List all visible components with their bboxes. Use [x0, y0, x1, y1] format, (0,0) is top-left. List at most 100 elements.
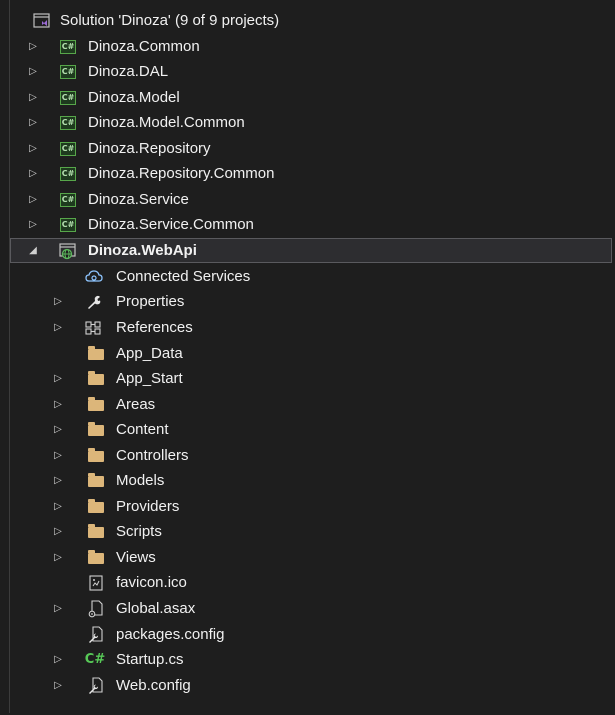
csharp-project-icon: C# — [59, 63, 77, 81]
tree-item-folder[interactable]: ▷ Areas — [10, 392, 612, 417]
csharp-project-icon: C# — [59, 140, 77, 158]
folder-icon — [87, 472, 105, 490]
folder-icon — [87, 370, 105, 388]
expand-arrow-icon[interactable]: ▷ — [52, 296, 64, 308]
expand-arrow-icon[interactable]: ▷ — [27, 143, 39, 155]
expand-arrow-icon[interactable]: ▷ — [27, 194, 39, 206]
tree-item-label: favicon.ico — [116, 574, 187, 591]
webapi-project-node[interactable]: ◢ Dinoza.WebApi — [10, 238, 612, 263]
expand-arrow-icon[interactable]: ▷ — [52, 526, 64, 538]
project-label: Dinoza.Service.Common — [88, 216, 254, 233]
tree-item-label: Views — [116, 549, 156, 566]
tree-item-properties[interactable]: ▷ Properties — [10, 289, 612, 314]
project-label: Dinoza.Service — [88, 191, 189, 208]
expand-arrow-icon[interactable]: ▷ — [52, 399, 64, 411]
expand-arrow-icon[interactable]: ▷ — [52, 373, 64, 385]
project-node[interactable]: ▷ C# Dinoza.Common — [10, 34, 612, 59]
config-file-icon — [87, 676, 105, 695]
tree-item-folder[interactable]: ▷ App_Start — [10, 366, 612, 391]
expand-arrow-icon[interactable]: ▷ — [52, 603, 64, 615]
expand-arrow-icon[interactable]: ▷ — [52, 322, 64, 334]
collapse-arrow-icon[interactable]: ◢ — [27, 245, 39, 257]
solution-node[interactable]: Solution 'Dinoza' (9 of 9 projects) — [10, 8, 612, 33]
expand-arrow-icon[interactable]: ▷ — [52, 475, 64, 487]
web-project-icon — [59, 242, 77, 260]
project-node[interactable]: ▷ C# Dinoza.Service.Common — [10, 212, 612, 237]
tree-item-connected-services[interactable]: Connected Services — [10, 264, 612, 289]
project-label: Dinoza.Repository — [88, 140, 211, 157]
tree-item-label: Global.asax — [116, 600, 196, 617]
tree-item-folder[interactable]: ▷ Views — [10, 545, 612, 570]
tree-item-label: App_Start — [116, 370, 183, 387]
project-label: Dinoza.DAL — [88, 63, 169, 80]
expand-arrow-icon[interactable]: ▷ — [27, 92, 39, 104]
expand-arrow-icon[interactable]: ▷ — [27, 117, 39, 129]
tree-item-label: Providers — [116, 498, 180, 515]
project-label: Dinoza.Model — [88, 89, 180, 106]
expand-arrow-icon[interactable]: ▷ — [52, 424, 64, 436]
tree-item-file[interactable]: packages.config — [10, 622, 612, 647]
folder-icon — [87, 345, 105, 363]
tree-item-label: Content — [116, 421, 169, 438]
solution-label: Solution 'Dinoza' (9 of 9 projects) — [60, 12, 280, 29]
expand-arrow-icon[interactable]: ▷ — [27, 66, 39, 78]
expand-arrow-icon[interactable]: ▷ — [27, 219, 39, 231]
image-file-icon — [87, 574, 105, 592]
project-node[interactable]: ▷ C# Dinoza.Repository — [10, 136, 612, 161]
folder-icon — [87, 549, 105, 567]
tree-item-folder[interactable]: ▷ Content — [10, 417, 612, 442]
tree-item-label: App_Data — [116, 345, 183, 362]
expand-arrow-icon[interactable]: ▷ — [52, 680, 64, 692]
csharp-project-icon: C# — [59, 165, 77, 183]
tree-item-folder[interactable]: ▷ Models — [10, 468, 612, 493]
tree-item-label: packages.config — [116, 626, 225, 643]
asax-file-icon — [87, 599, 105, 618]
tree-item-label: References — [116, 319, 193, 336]
tree-item-label: Properties — [116, 293, 185, 310]
expand-arrow-icon[interactable]: ▷ — [52, 501, 64, 513]
csharp-project-icon: C# — [59, 216, 77, 234]
project-node[interactable]: ▷ C# Dinoza.Model.Common — [10, 110, 612, 135]
tree-item-folder[interactable]: App_Data — [10, 341, 612, 366]
project-node[interactable]: ▷ C# Dinoza.Model — [10, 85, 612, 110]
csharp-file-icon: C# — [84, 652, 106, 667]
csharp-project-icon: C# — [59, 114, 77, 132]
tree-item-folder[interactable]: ▷ Scripts — [10, 519, 612, 544]
project-node[interactable]: ▷ C# Dinoza.DAL — [10, 59, 612, 84]
project-node[interactable]: ▷ C# Dinoza.Repository.Common — [10, 161, 612, 186]
folder-icon — [87, 421, 105, 439]
project-node[interactable]: ▷ C# Dinoza.Service — [10, 187, 612, 212]
folder-icon — [87, 523, 105, 541]
tree-item-references[interactable]: ▷ References — [10, 315, 612, 340]
tree-item-file[interactable]: ▷ Global.asax — [10, 596, 612, 621]
tree-item-file[interactable]: ▷ Web.config — [10, 673, 612, 698]
expand-arrow-icon[interactable]: ▷ — [27, 41, 39, 53]
folder-icon — [87, 498, 105, 516]
project-label: Dinoza.Common — [88, 38, 200, 55]
tree-item-label: Connected Services — [116, 268, 251, 285]
tree-item-folder[interactable]: ▷ Providers — [10, 494, 612, 519]
solution-explorer-tree: Solution 'Dinoza' (9 of 9 projects) ▷ C#… — [9, 0, 612, 713]
project-label: Dinoza.Model.Common — [88, 114, 245, 131]
folder-icon — [87, 447, 105, 465]
csharp-project-icon: C# — [59, 38, 77, 56]
wrench-icon — [85, 293, 103, 311]
expand-arrow-icon[interactable]: ▷ — [52, 450, 64, 462]
tree-item-folder[interactable]: ▷ Controllers — [10, 443, 612, 468]
tree-item-file[interactable]: ▷ C# Startup.cs — [10, 647, 612, 672]
references-icon — [85, 319, 103, 337]
project-label: Dinoza.Repository.Common — [88, 165, 275, 182]
expand-arrow-icon[interactable]: ▷ — [52, 654, 64, 666]
csharp-project-icon: C# — [59, 89, 77, 107]
webapi-project-label: Dinoza.WebApi — [88, 242, 197, 259]
csharp-project-icon: C# — [59, 191, 77, 209]
tree-item-file[interactable]: favicon.ico — [10, 570, 612, 595]
tree-item-label: Startup.cs — [116, 651, 184, 668]
expand-arrow-icon[interactable]: ▷ — [52, 552, 64, 564]
tree-item-label: Models — [116, 472, 165, 489]
tree-item-label: Controllers — [116, 447, 189, 464]
tree-item-label: Web.config — [116, 677, 191, 694]
expand-arrow-icon[interactable]: ▷ — [27, 168, 39, 180]
tree-item-label: Areas — [116, 396, 156, 413]
folder-icon — [87, 396, 105, 414]
